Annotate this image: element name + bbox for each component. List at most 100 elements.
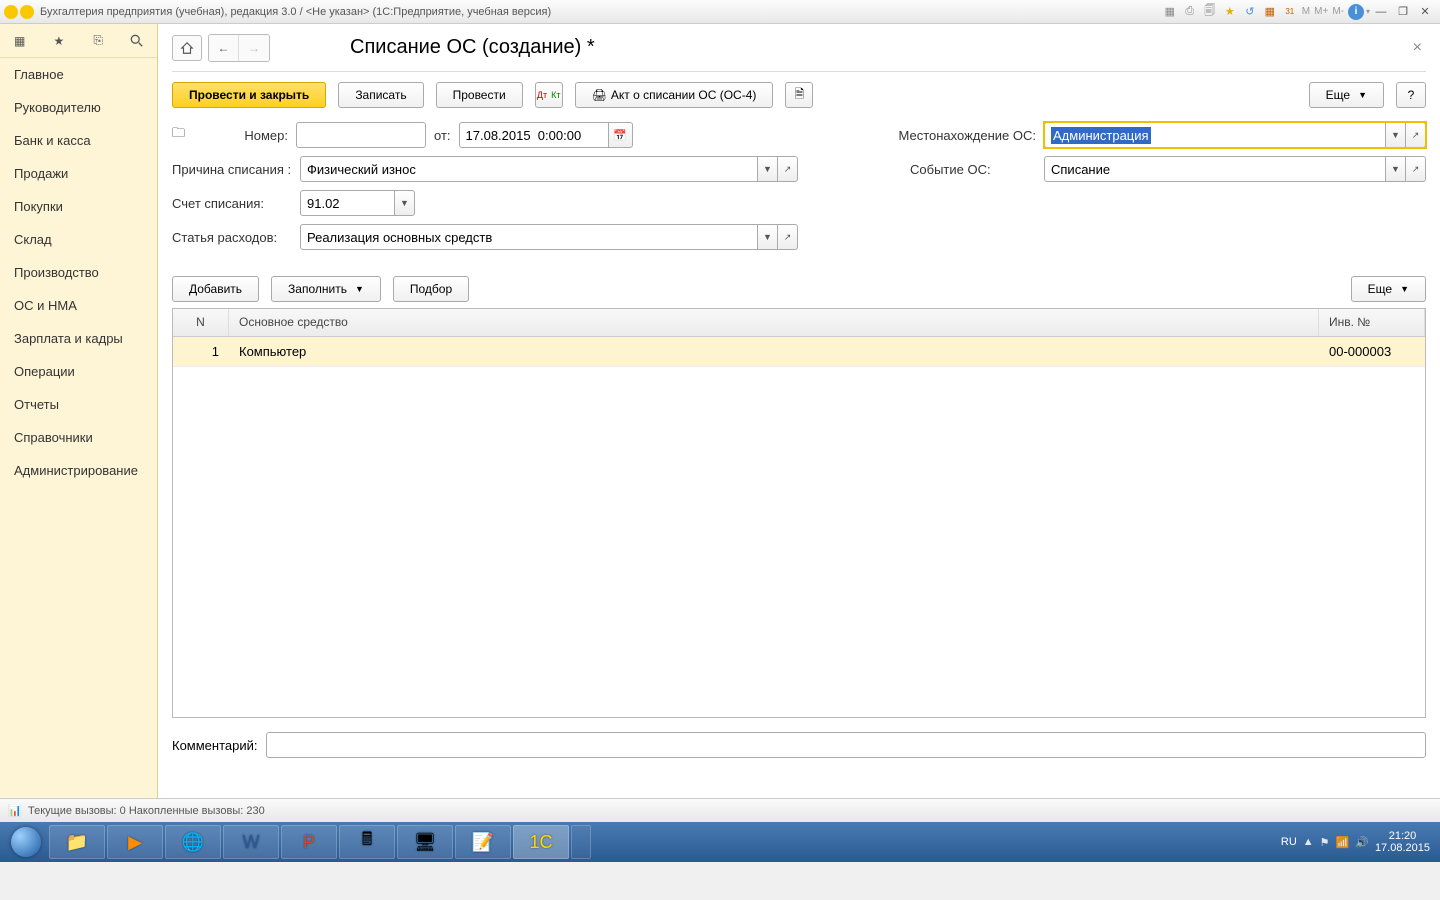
calendar-icon[interactable] bbox=[1282, 4, 1298, 20]
tray-up-icon[interactable]: ▲ bbox=[1303, 836, 1314, 848]
expense-value: Реализация основных средств bbox=[307, 230, 492, 245]
expense-combo[interactable]: Реализация основных средств ▼ ↗ bbox=[300, 224, 798, 250]
page-title: Списание ОС (создание) * bbox=[350, 36, 1409, 59]
taskbar-powerpoint[interactable]: P bbox=[281, 825, 337, 859]
location-value: Администрация bbox=[1051, 127, 1151, 144]
clipboard-icon[interactable]: ⎘ bbox=[89, 32, 107, 50]
print-act-button[interactable]: 🖨 Акт о списании ОС (ОС-4) bbox=[575, 82, 774, 108]
sidebar-item-purchases[interactable]: Покупки bbox=[0, 190, 157, 223]
forward-button[interactable]: → bbox=[239, 35, 269, 61]
dt-kt-icon[interactable]: ДтКт bbox=[535, 82, 563, 108]
comment-input[interactable] bbox=[266, 732, 1427, 758]
memory-m-plus[interactable]: M+ bbox=[1312, 6, 1330, 17]
search-icon[interactable] bbox=[128, 32, 146, 50]
sidebar-item-reports[interactable]: Отчеты bbox=[0, 388, 157, 421]
reason-combo[interactable]: Физический износ ▼ ↗ bbox=[300, 156, 798, 182]
location-combo[interactable]: Администрация ▼ ↗ bbox=[1044, 122, 1426, 148]
sidebar-item-catalogs[interactable]: Справочники bbox=[0, 421, 157, 454]
taskbar-notes[interactable]: 📝 bbox=[455, 825, 511, 859]
expense-label: Статья расходов: bbox=[172, 230, 292, 245]
sidebar-item-production[interactable]: Производство bbox=[0, 256, 157, 289]
command-bar: Провести и закрыть Записать Провести ДтК… bbox=[172, 82, 1426, 108]
select-button[interactable]: Подбор bbox=[393, 276, 469, 302]
attach-icon[interactable]: 🗎 bbox=[785, 82, 813, 108]
table-row[interactable]: 1 Компьютер 00-000003 bbox=[173, 337, 1425, 367]
help-button[interactable]: ? bbox=[1396, 82, 1426, 108]
dropdown-icon[interactable]: ▼ bbox=[395, 190, 415, 216]
fill-button[interactable]: Заполнить▼ bbox=[271, 276, 381, 302]
event-value: Списание bbox=[1051, 162, 1110, 177]
tray-clock[interactable]: 21:20 17.08.2015 bbox=[1375, 830, 1430, 854]
statusbar: 📊 Текущие вызовы: 0 Накопленные вызовы: … bbox=[0, 798, 1440, 822]
minimize-button[interactable]: — bbox=[1371, 5, 1391, 19]
col-name[interactable]: Основное средство bbox=[229, 309, 1319, 336]
toolbar-icon[interactable]: 🗐 bbox=[1202, 4, 1218, 20]
taskbar-overflow[interactable] bbox=[571, 825, 591, 859]
star-icon[interactable]: ★ bbox=[50, 32, 68, 50]
sidebar-item-sales[interactable]: Продажи bbox=[0, 157, 157, 190]
favorite-icon[interactable]: ★ bbox=[1222, 4, 1238, 20]
memory-m-minus[interactable]: M- bbox=[1330, 6, 1346, 17]
fill-label: Заполнить bbox=[288, 282, 347, 296]
maximize-button[interactable]: ❐ bbox=[1393, 5, 1413, 19]
number-input[interactable] bbox=[296, 122, 426, 148]
close-page-button[interactable]: × bbox=[1409, 35, 1426, 61]
event-label: Событие ОС: bbox=[910, 162, 1036, 177]
account-combo[interactable]: 91.02 ▼ bbox=[300, 190, 415, 216]
tray-flag-icon[interactable]: ⚑ bbox=[1320, 836, 1330, 849]
calendar-icon[interactable]: 📅 bbox=[609, 122, 633, 148]
sidebar-item-bank[interactable]: Банк и касса bbox=[0, 124, 157, 157]
close-button[interactable]: ✕ bbox=[1415, 5, 1435, 19]
sidebar-item-manager[interactable]: Руководителю bbox=[0, 91, 157, 124]
back-button[interactable]: ← bbox=[209, 35, 239, 61]
write-button[interactable]: Записать bbox=[338, 82, 423, 108]
flag-icon[interactable]: 🗀 bbox=[172, 124, 190, 146]
more-button[interactable]: Еще▼ bbox=[1309, 82, 1384, 108]
home-button[interactable] bbox=[172, 35, 202, 61]
col-inv[interactable]: Инв. № bbox=[1319, 309, 1425, 336]
dropdown-icon[interactable]: ▼ bbox=[758, 156, 778, 182]
taskbar-app[interactable]: 🖥 bbox=[397, 825, 453, 859]
add-button[interactable]: Добавить bbox=[172, 276, 259, 302]
open-icon[interactable]: ↗ bbox=[1406, 156, 1426, 182]
status-text: Текущие вызовы: 0 Накопленные вызовы: 23… bbox=[28, 805, 265, 817]
taskbar-calc[interactable]: 🖩 bbox=[339, 825, 395, 859]
tray-sound-icon[interactable]: 🔊 bbox=[1355, 836, 1369, 849]
sidebar-item-admin[interactable]: Администрирование bbox=[0, 454, 157, 487]
info-icon[interactable]: i bbox=[1348, 4, 1364, 20]
calculator-icon[interactable]: ▦ bbox=[1262, 4, 1278, 20]
table-more-button[interactable]: Еще▼ bbox=[1351, 276, 1426, 302]
taskbar-word[interactable]: W bbox=[223, 825, 279, 859]
memory-m[interactable]: M bbox=[1300, 6, 1312, 17]
open-icon[interactable]: ↗ bbox=[778, 224, 798, 250]
sidebar-item-main[interactable]: Главное bbox=[0, 58, 157, 91]
sidebar-item-warehouse[interactable]: Склад bbox=[0, 223, 157, 256]
lang-indicator[interactable]: RU bbox=[1281, 836, 1297, 848]
event-combo[interactable]: Списание ▼ ↗ bbox=[1044, 156, 1426, 182]
cell-name: Компьютер bbox=[229, 344, 1319, 359]
history-icon[interactable]: ↺ bbox=[1242, 4, 1258, 20]
sidebar-item-operations[interactable]: Операции bbox=[0, 355, 157, 388]
taskbar-1c[interactable]: 1С bbox=[513, 825, 569, 859]
dropdown-icon[interactable]: ▼ bbox=[1386, 156, 1406, 182]
post-button[interactable]: Провести bbox=[436, 82, 523, 108]
post-and-close-button[interactable]: Провести и закрыть bbox=[172, 82, 326, 108]
sidebar-item-assets[interactable]: ОС и НМА bbox=[0, 289, 157, 322]
taskbar-chrome[interactable]: 🌐 bbox=[165, 825, 221, 859]
open-icon[interactable]: ↗ bbox=[778, 156, 798, 182]
dropdown-icon[interactable]: ▼ bbox=[758, 224, 778, 250]
col-n[interactable]: N bbox=[173, 309, 229, 336]
open-icon[interactable]: ↗ bbox=[1406, 122, 1426, 148]
app-menu-dropdown-icon[interactable] bbox=[20, 5, 34, 19]
tray-network-icon[interactable]: 📶 bbox=[1336, 836, 1350, 849]
start-button[interactable] bbox=[4, 824, 48, 860]
dropdown-icon[interactable]: ▼ bbox=[1386, 122, 1406, 148]
taskbar-explorer[interactable]: 📁 bbox=[49, 825, 105, 859]
taskbar-media[interactable]: ▶ bbox=[107, 825, 163, 859]
grid-icon[interactable]: ▦ bbox=[11, 32, 29, 50]
date-input[interactable]: 📅 bbox=[459, 122, 633, 148]
toolbar-icon[interactable]: ▦ bbox=[1162, 4, 1178, 20]
toolbar-icon[interactable]: ⎙ bbox=[1182, 4, 1198, 20]
sidebar-item-payroll[interactable]: Зарплата и кадры bbox=[0, 322, 157, 355]
windows-taskbar: 📁 ▶ 🌐 W P 🖩 🖥 📝 1С RU ▲ ⚑ 📶 🔊 21:20 17.0… bbox=[0, 822, 1440, 862]
